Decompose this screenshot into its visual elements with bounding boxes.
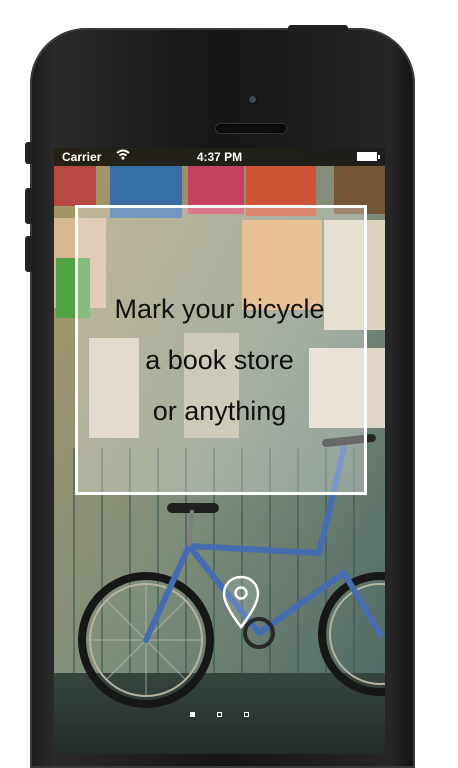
earpiece-speaker (216, 124, 286, 133)
page-dot-1[interactable] (189, 712, 195, 717)
tagline-line-2: a book store (145, 345, 294, 375)
page-dot-3[interactable] (244, 712, 250, 717)
screen[interactable]: Carrier 4:37 PM Mark your bicycle a book… (54, 148, 385, 754)
tagline: Mark your bicycle a book store or anythi… (54, 284, 385, 437)
status-bar: Carrier 4:37 PM (54, 148, 385, 166)
tagline-line-1: Mark your bicycle (114, 294, 325, 324)
page-dot-2[interactable] (217, 712, 222, 717)
volume-up-button (25, 188, 32, 224)
power-button (288, 25, 348, 32)
battery-icon (357, 152, 380, 161)
page-indicator[interactable] (54, 704, 385, 722)
tagline-line-3: or anything (152, 396, 287, 426)
volume-down-button (25, 236, 32, 272)
status-time: 4:37 PM (196, 150, 243, 164)
mute-switch (25, 142, 32, 164)
map-pin-icon (222, 575, 260, 636)
front-camera (249, 96, 256, 103)
